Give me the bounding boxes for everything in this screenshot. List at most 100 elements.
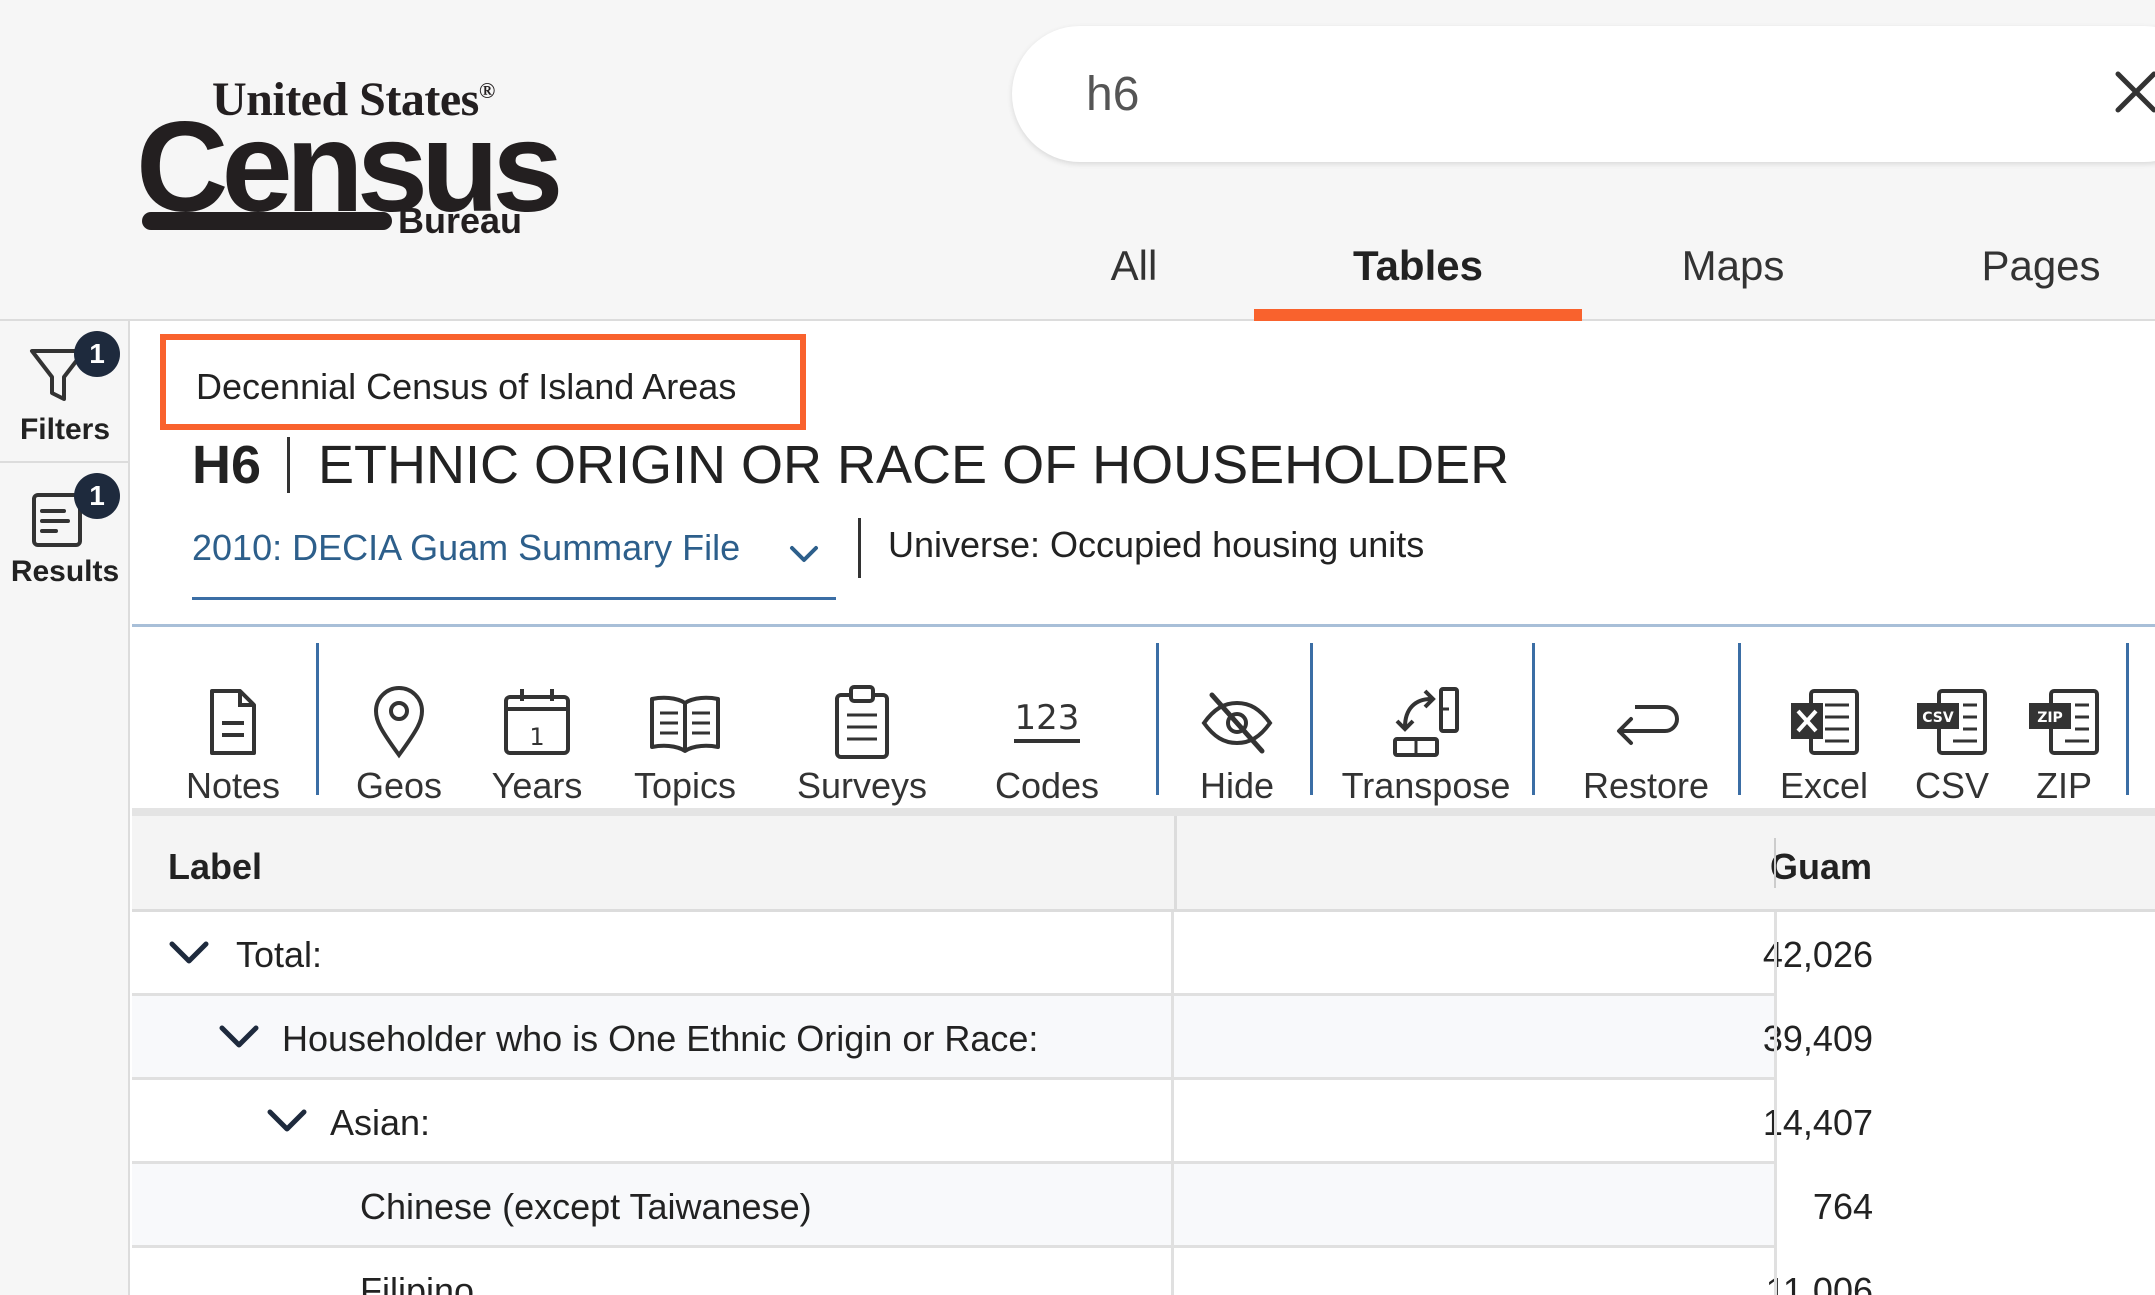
table-row: Chinese (except Taiwanese) 764 xyxy=(132,1164,1873,1248)
geos-button[interactable]: Geos xyxy=(344,657,454,807)
notes-icon xyxy=(210,689,256,755)
row-label-cell: Total: xyxy=(132,912,1174,996)
row-value: 14,407 xyxy=(1762,1102,1873,1143)
zip-file-icon: ZIP xyxy=(2029,689,2099,755)
zip-label: ZIP xyxy=(2035,765,2092,806)
clipboard-icon xyxy=(835,685,889,759)
universe-label: Universe: Occupied housing units xyxy=(888,524,1425,565)
calendar-icon: 1 xyxy=(504,689,570,755)
page-title: H6 ETHNIC ORIGIN OR RACE OF HOUSEHOLDER xyxy=(192,430,1509,500)
zip-icon-text: ZIP xyxy=(2037,710,2063,726)
row-label: Total: xyxy=(236,934,323,975)
toolbar-divider xyxy=(316,643,319,795)
toolbar-divider xyxy=(1738,643,1741,795)
csv-label: CSV xyxy=(1914,765,1990,806)
restore-icon xyxy=(1617,705,1679,745)
toolbar-bottom-border xyxy=(132,808,2155,816)
column-resize-handle[interactable] xyxy=(1774,838,1776,888)
tab-pages[interactable]: Pages xyxy=(1956,236,2126,321)
row-value: 39,409 xyxy=(1762,1018,1873,1059)
table-row: Filipino 11,006 xyxy=(132,1248,1873,1295)
row-value: 764 xyxy=(1812,1186,1873,1227)
search-input[interactable] xyxy=(1086,56,1986,132)
geos-label: Geos xyxy=(355,765,443,806)
chevron-down-icon[interactable] xyxy=(218,1022,260,1052)
csv-button[interactable]: CSV CSV xyxy=(1902,657,2002,807)
tab-all[interactable]: All xyxy=(1068,236,1200,321)
excel-label: Excel xyxy=(1779,765,1869,806)
column-header-guam[interactable]: Guam xyxy=(1172,846,1872,888)
filters-label: Filters xyxy=(19,413,111,446)
table-title: ETHNIC ORIGIN OR RACE OF HOUSEHOLDER xyxy=(318,435,1510,495)
row-label: Filipino xyxy=(360,1270,475,1295)
table-toolbar: Notes Geos 1 Years Topics Surveys 123 Co… xyxy=(132,624,2155,810)
csv-file-icon: CSV xyxy=(1917,689,1987,755)
calendar-icon-number: 1 xyxy=(529,723,544,751)
surveys-label: Surveys xyxy=(796,765,928,806)
codes-icon-text: 123 xyxy=(1015,698,1080,738)
table-row: Total: 42,026 xyxy=(132,912,1873,996)
codes-button[interactable]: 123 Codes xyxy=(972,657,1122,807)
years-button[interactable]: 1 Years xyxy=(482,657,592,807)
filters-badge: 1 xyxy=(74,331,120,377)
toolbar-divider xyxy=(1532,643,1535,795)
filters-button[interactable]: 1 Filters xyxy=(0,321,130,461)
chevron-down-icon xyxy=(790,546,818,562)
surveys-button[interactable]: Surveys xyxy=(782,657,942,807)
tab-maps[interactable]: Maps xyxy=(1640,236,1826,321)
left-rail: 1 Filters 1 Results xyxy=(0,321,130,1295)
row-label-cell: Filipino xyxy=(132,1248,1174,1295)
table-header: Label Guam xyxy=(132,816,2155,912)
zip-button[interactable]: ZIP ZIP xyxy=(2014,657,2114,807)
toolbar-divider xyxy=(2126,643,2129,795)
search-box xyxy=(1012,26,2155,162)
results-badge: 1 xyxy=(74,473,120,519)
row-value: 42,026 xyxy=(1762,934,1873,975)
eye-slash-icon xyxy=(1201,692,1273,754)
table-code: H6 xyxy=(192,435,262,495)
hide-button[interactable]: Hide xyxy=(1172,657,1302,807)
row-label-cell: Chinese (except Taiwanese) xyxy=(132,1164,1174,1248)
toolbar-divider xyxy=(1310,643,1313,795)
tab-tables[interactable]: Tables xyxy=(1254,236,1582,321)
search-tabs: All Tables Maps Pages xyxy=(0,236,2155,321)
universe-separator xyxy=(858,518,861,578)
excel-button[interactable]: Excel xyxy=(1762,657,1886,807)
vintage-selected: 2010: DECIA Guam Summary File xyxy=(192,527,741,568)
notes-button[interactable]: Notes xyxy=(168,657,298,807)
row-label: Householder who is One Ethnic Origin or … xyxy=(282,1018,1039,1059)
vintage-dropdown[interactable]: 2010: DECIA Guam Summary File xyxy=(192,518,836,600)
topics-label: Topics xyxy=(633,765,737,806)
transpose-icon xyxy=(1393,687,1459,757)
table-right-border xyxy=(1774,912,1777,1295)
hide-label: Hide xyxy=(1199,765,1275,806)
restore-label: Restore xyxy=(1582,765,1710,806)
table-row: Asian: 14,407 xyxy=(132,1080,1873,1164)
program-label: Decennial Census of Island Areas xyxy=(160,334,806,430)
restore-button[interactable]: Restore xyxy=(1556,657,1736,807)
column-header-label[interactable]: Label xyxy=(168,846,262,888)
site-header: United States® Census Bureau All Tables … xyxy=(0,0,2155,321)
csv-icon-text: CSV xyxy=(1922,710,1954,726)
row-value: 11,006 xyxy=(1765,1270,1873,1295)
close-icon[interactable] xyxy=(2112,68,2155,116)
row-label-cell: Householder who is One Ethnic Origin or … xyxy=(132,996,1174,1080)
chevron-down-icon[interactable] xyxy=(266,1106,308,1136)
chevron-down-icon[interactable] xyxy=(168,938,210,968)
transpose-label: Transpose xyxy=(1341,765,1511,806)
map-pin-icon xyxy=(373,686,425,759)
book-icon xyxy=(650,695,720,753)
results-label: Results xyxy=(10,555,120,588)
table-row: Householder who is One Ethnic Origin or … xyxy=(132,996,1873,1080)
notes-label: Notes xyxy=(185,765,281,806)
row-label-cell: Asian: xyxy=(132,1080,1174,1164)
transpose-button[interactable]: Transpose xyxy=(1314,657,1538,807)
topics-button[interactable]: Topics xyxy=(620,657,750,807)
codes-label: Codes xyxy=(994,765,1100,806)
results-button[interactable]: 1 Results xyxy=(0,463,130,603)
census-logo[interactable]: United States® Census Bureau xyxy=(136,72,563,242)
codes-icon: 123 xyxy=(1014,698,1080,743)
years-label: Years xyxy=(491,765,583,806)
logo-bar xyxy=(142,212,392,230)
excel-icon xyxy=(1791,689,1859,755)
